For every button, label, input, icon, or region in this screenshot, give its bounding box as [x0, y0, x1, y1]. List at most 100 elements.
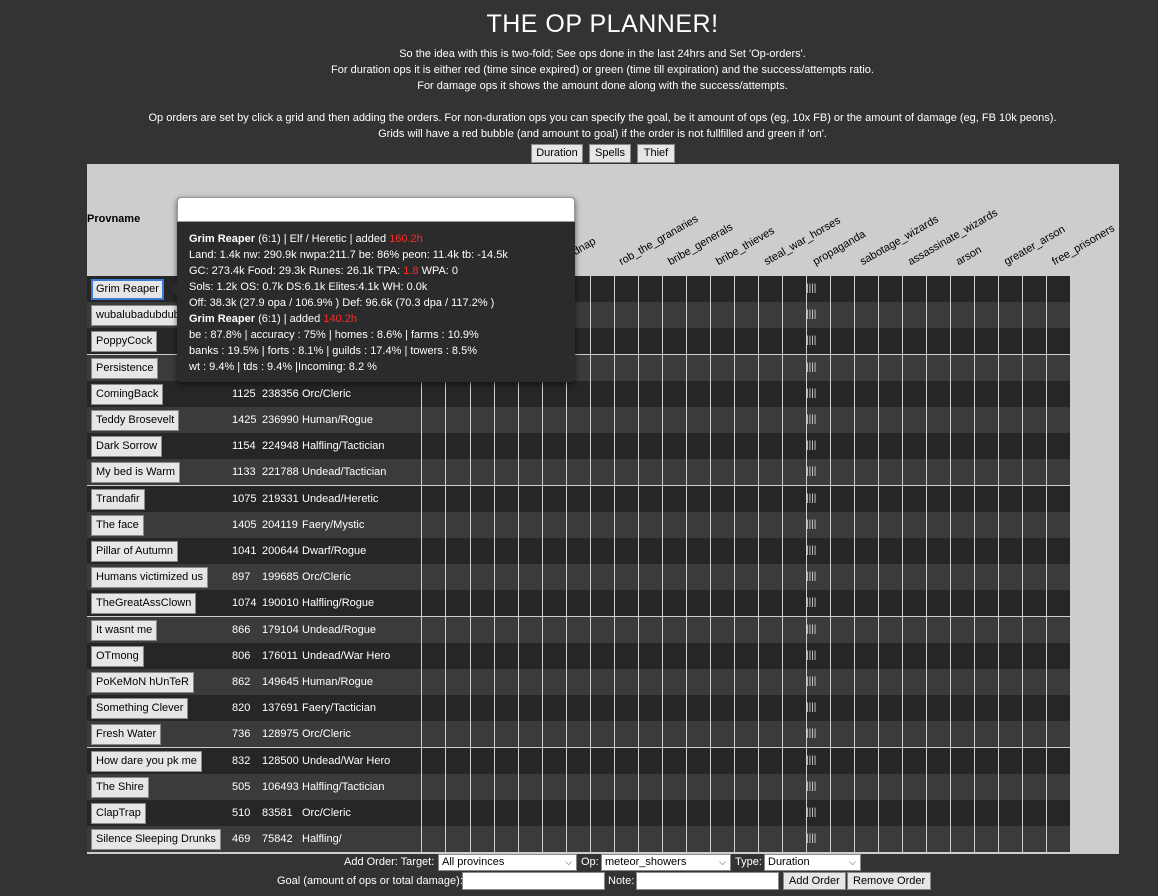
- province-button[interactable]: TheGreatAssClown: [91, 593, 197, 614]
- province-race-class: Halfling/Tactician: [302, 781, 385, 793]
- province-button[interactable]: Persistence: [91, 358, 159, 379]
- op-tally-marks[interactable]: ||||: [806, 649, 820, 663]
- tooltip-buildings-line: wt : 9.4% | tds : 9.4% |Incoming: 8.2 %: [189, 361, 377, 373]
- op-tally-marks[interactable]: ||||: [806, 570, 820, 584]
- province-button[interactable]: Dark Sorrow: [91, 436, 163, 457]
- province-button[interactable]: wubalubadubdub: [91, 305, 185, 326]
- province-race-class: Undead/War Hero: [302, 650, 391, 662]
- op-tally-marks[interactable]: ||||: [806, 727, 820, 741]
- grid-cell-divider: [902, 275, 903, 853]
- province-button[interactable]: The face: [91, 515, 144, 536]
- op-tally-marks[interactable]: ||||: [806, 282, 820, 296]
- add-order-button[interactable]: Add Order: [783, 872, 846, 890]
- province-race-class: Orc/Cleric: [302, 807, 351, 819]
- op-tally-marks[interactable]: ||||: [806, 754, 820, 768]
- op-tally-marks[interactable]: ||||: [806, 361, 820, 375]
- tooltip-buildings-line: banks : 19.5% | forts : 8.1% | guilds : …: [189, 345, 477, 357]
- province-button[interactable]: Grim Reaper: [91, 279, 164, 300]
- grid-cell-divider: [950, 275, 951, 853]
- province-button[interactable]: OTmong: [91, 646, 144, 667]
- grid-cell-divider: [1022, 275, 1023, 853]
- grid-cell-divider: [974, 275, 975, 853]
- op-tally-marks[interactable]: ||||: [806, 675, 820, 689]
- tooltip-land-line: Land: 1.4k nw: 290.9k nwpa:211.7 be: 86%…: [189, 249, 508, 261]
- province-button[interactable]: Something Clever: [91, 698, 189, 719]
- op-tally-marks[interactable]: ||||: [806, 465, 820, 479]
- grid-cell-divider: [758, 275, 759, 853]
- tooltip-pointer-icon: [169, 282, 177, 296]
- table-row: The face 1405 204119 Faery/Mystic: [87, 512, 1070, 538]
- province-button[interactable]: Pillar of Autumn: [91, 541, 179, 562]
- table-row: The Shire 505 106493 Halfling/Tactician: [87, 774, 1070, 800]
- province-networth: 83581: [262, 807, 293, 819]
- op-tally-marks[interactable]: ||||: [806, 596, 820, 610]
- note-input[interactable]: [636, 872, 779, 890]
- grid-cell-divider: [638, 275, 639, 853]
- op-tally-marks[interactable]: ||||: [806, 518, 820, 532]
- page-title: THE OP PLANNER!: [486, 10, 719, 38]
- tooltip-added-age: 160.2h: [389, 233, 423, 245]
- province-button[interactable]: Fresh Water: [91, 724, 162, 745]
- op-tally-marks[interactable]: ||||: [806, 439, 820, 453]
- province-button[interactable]: ComingBack: [91, 384, 164, 405]
- op-tally-marks[interactable]: ||||: [806, 832, 820, 846]
- province-race-class: Human/Rogue: [302, 414, 373, 426]
- province-acres: 1041: [232, 545, 257, 557]
- province-button[interactable]: Silence Sleeping Drunks: [91, 829, 221, 850]
- province-acres: 1425: [232, 414, 257, 426]
- op-tally-marks[interactable]: ||||: [806, 492, 820, 506]
- goal-input[interactable]: [462, 872, 605, 890]
- type-select[interactable]: Duration ⌵: [764, 854, 861, 871]
- province-button[interactable]: It wasnt me: [91, 620, 158, 641]
- note-label: Note:: [608, 875, 635, 887]
- duration-button[interactable]: Duration: [531, 144, 583, 163]
- province-button[interactable]: ClapTrap: [91, 803, 146, 824]
- add-order-label: Add Order: Target:: [344, 856, 435, 868]
- op-tally-marks[interactable]: ||||: [806, 387, 820, 401]
- province-stats: 736 128975 Orc/Cleric: [232, 721, 351, 747]
- op-tally-marks[interactable]: ||||: [806, 413, 820, 427]
- table-row: Dark Sorrow 1154 224948 Halfling/Tactician: [87, 433, 1070, 459]
- province-networth: 149645: [262, 676, 299, 688]
- province-button[interactable]: PoKeMoN hUnTeR: [91, 672, 194, 693]
- province-networth: 200644: [262, 545, 299, 557]
- op-tally-marks[interactable]: ||||: [806, 308, 820, 322]
- tooltip-survey-info: (6:1) | added: [255, 313, 324, 325]
- province-stats: 510 83581 Orc/Cleric: [232, 800, 351, 826]
- op-tally-marks[interactable]: ||||: [806, 780, 820, 794]
- province-acres: 866: [232, 624, 251, 636]
- op-tally-marks[interactable]: ||||: [806, 334, 820, 348]
- tooltip-province-info: (6:1) | Elf / Heretic | added: [255, 233, 390, 245]
- tooltip-search-input[interactable]: [177, 197, 575, 222]
- province-networth: 176011: [262, 650, 298, 662]
- op-tally-marks[interactable]: ||||: [806, 544, 820, 558]
- province-button[interactable]: The Shire: [91, 777, 149, 798]
- province-button[interactable]: Trandafir: [91, 489, 145, 510]
- province-button[interactable]: PoppyCock: [91, 331, 158, 352]
- province-race-class: Faery/Tactician: [302, 702, 376, 714]
- tooltip-military-line: Sols: 1.2k OS: 0.7k DS:6.1k Elites:4.1k …: [189, 281, 428, 293]
- tooltip-offense-line: Off: 38.3k (27.9 opa / 106.9% ) Def: 96.…: [189, 297, 495, 309]
- intro-text: For damage ops it shows the amount done …: [417, 80, 788, 92]
- province-button[interactable]: Teddy Brosevelt: [91, 410, 180, 431]
- tooltip-wpa-text: WPA: 0: [418, 265, 459, 277]
- province-button[interactable]: How dare you pk me: [91, 751, 202, 772]
- tooltip-buildings-line: be : 87.8% | accuracy : 75% | homes : 8.…: [189, 329, 479, 341]
- province-button[interactable]: My bed is Warm: [91, 462, 181, 483]
- province-stats: 1405 204119 Faery/Mystic: [232, 512, 364, 538]
- province-networth: 179104: [262, 624, 299, 636]
- grid-cell-divider: [854, 275, 855, 853]
- province-button[interactable]: Humans victimized us: [91, 567, 208, 588]
- spells-button[interactable]: Spells: [589, 144, 631, 163]
- op-tally-marks[interactable]: ||||: [806, 701, 820, 715]
- province-acres: 806: [232, 650, 251, 662]
- remove-order-button[interactable]: Remove Order: [847, 872, 932, 890]
- province-stats: 806 176011 Undead/War Hero: [232, 643, 390, 669]
- province-networth: 219331: [262, 493, 299, 505]
- target-select[interactable]: All provinces ⌵: [438, 854, 577, 871]
- op-tally-marks[interactable]: ||||: [806, 806, 820, 820]
- op-tally-marks[interactable]: ||||: [806, 623, 820, 637]
- thief-button[interactable]: Thief: [637, 144, 675, 163]
- province-stats: 1133 221788 Undead/Tactician: [232, 459, 386, 485]
- op-select[interactable]: meteor_showers ⌵: [601, 854, 731, 871]
